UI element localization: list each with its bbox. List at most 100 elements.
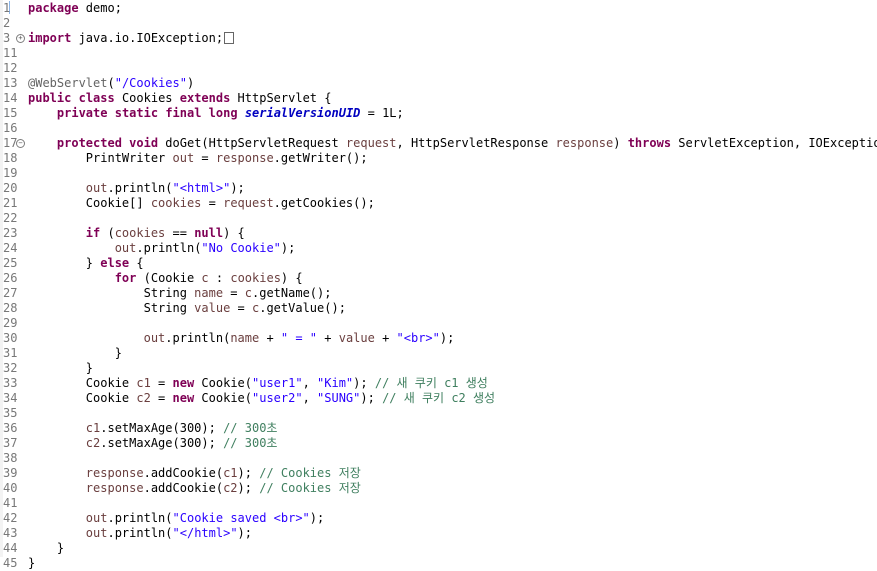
line-number: 34 <box>3 391 18 405</box>
code-text: String value = c.getValue(); <box>28 301 346 316</box>
code-token: long <box>208 106 238 120</box>
code-token: .println( <box>136 241 202 255</box>
line-number: 14 <box>3 91 18 105</box>
code-token: "</html>" <box>172 526 238 540</box>
code-token: for <box>114 271 137 285</box>
collapse-fold-icon[interactable]: − <box>16 139 25 148</box>
code-token: Cookie <box>28 376 137 390</box>
code-token: // Cookies 저장 <box>259 481 361 495</box>
code-token: static <box>114 106 159 120</box>
code-token: Cookie( <box>194 391 252 405</box>
code-token: .println( <box>107 511 173 525</box>
code-text: protected void doGet(HttpServletRequest … <box>28 136 877 151</box>
code-token: response <box>85 466 144 480</box>
code-token: "user2" <box>252 391 303 405</box>
code-token: String <box>28 301 195 315</box>
line-number: 23 <box>3 226 18 240</box>
code-token: .addCookie( <box>143 466 224 480</box>
code-text: } <box>28 361 93 376</box>
code-token: , <box>302 391 318 405</box>
code-token: ) { <box>280 271 303 285</box>
code-token: } <box>28 346 122 360</box>
code-text: response.addCookie(c1); // Cookies 저장 <box>28 466 361 481</box>
line-number: 35 <box>3 406 18 420</box>
code-token: c <box>244 286 252 300</box>
code-token: ) { <box>223 226 245 240</box>
code-token: "Kim" <box>317 376 354 390</box>
code-token: ServletException, IOException { <box>678 136 877 150</box>
code-editor[interactable]: 1 package demo; 2 3 + import java.io.IOExcept… <box>0 0 877 570</box>
code-token: out <box>85 511 108 525</box>
code-token: import <box>28 31 72 45</box>
line-number: 32 <box>3 361 18 375</box>
code-text: out.println(name + " = " + value + "<br>… <box>28 331 455 346</box>
code-token: "Cookie saved <br>" <box>172 511 310 525</box>
code-token: PrintWriter <box>28 151 173 165</box>
line-number: 37 <box>3 436 18 450</box>
code-token: doGet(HttpServletRequest <box>158 136 346 150</box>
code-text: } else { <box>28 256 144 271</box>
code-token: response <box>85 481 144 495</box>
code-token: request <box>345 136 397 150</box>
code-token: } <box>28 556 36 570</box>
code-token: new <box>172 376 195 390</box>
code-token: c1 <box>223 466 238 480</box>
code-token: package <box>28 1 79 15</box>
code-token: c <box>201 271 209 285</box>
line-number: 28 <box>3 301 18 315</box>
code-token: // 새 쿠키 c1 생성 <box>374 376 488 390</box>
code-token: = <box>223 286 245 300</box>
code-token: ); <box>237 526 252 540</box>
code-token: = <box>194 151 216 165</box>
line-number: 31 <box>3 346 18 360</box>
code-token: out <box>143 331 166 345</box>
code-token: + <box>259 331 281 345</box>
line-number: 16 <box>3 121 18 135</box>
code-text: if (cookies == null) { <box>28 226 245 241</box>
code-token: , HttpServletResponse <box>396 136 556 150</box>
code-token: ( <box>107 76 115 90</box>
line-number: 43 <box>3 526 18 540</box>
code-token: } <box>28 256 101 270</box>
code-token: protected <box>56 136 122 150</box>
expand-fold-icon[interactable]: + <box>16 34 25 43</box>
code-text: } <box>28 541 64 556</box>
code-token: ); <box>309 511 325 525</box>
code-text: package demo; <box>28 1 122 16</box>
code-token: java.io.IOException; <box>71 31 224 45</box>
code-token: = <box>230 301 252 315</box>
code-token: value <box>338 331 375 345</box>
code-token: cookies <box>114 226 166 240</box>
collapsed-imports-icon[interactable] <box>224 32 235 44</box>
line-number: 13 <box>3 76 18 90</box>
code-token: throws <box>627 136 672 150</box>
code-token: void <box>129 136 159 150</box>
code-token: cookies <box>230 271 281 285</box>
line-number: 22 <box>3 211 18 225</box>
code-token: .setMaxAge(300); <box>100 436 224 450</box>
line-number: 12 <box>3 61 18 75</box>
code-text: @WebServlet("/Cookies") <box>28 76 194 91</box>
line-number: 38 <box>3 451 18 465</box>
line-number: 2 <box>3 16 11 30</box>
code-text: c2.setMaxAge(300); // 300초 <box>28 436 278 451</box>
line-number: 21 <box>3 196 18 210</box>
code-token: "No Cookie" <box>201 241 281 255</box>
code-text: response.addCookie(c2); // Cookies 저장 <box>28 481 361 496</box>
line-number: 45 <box>3 556 18 570</box>
code-token: cookies <box>150 196 202 210</box>
